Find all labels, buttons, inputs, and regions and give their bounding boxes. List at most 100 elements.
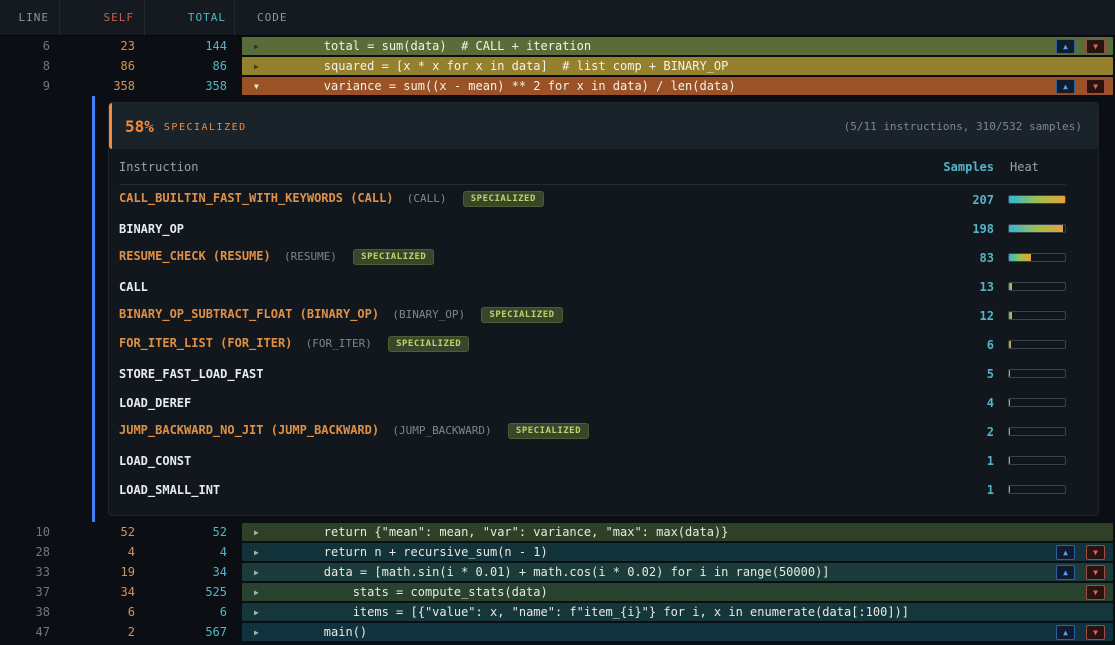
heat-bar — [1008, 195, 1066, 204]
move-up-button[interactable]: ▲ — [1056, 39, 1075, 54]
code-text: squared = [x * x for x in data] # list c… — [266, 59, 1113, 73]
code-text: total = sum(data) # CALL + iteration — [266, 39, 1048, 53]
line-number: 38 — [0, 602, 60, 622]
code-row: 33 19 34 ▶ data = [math.sin(i * 0.01) + … — [0, 562, 1115, 582]
expand-icon[interactable]: ▶ — [242, 548, 266, 557]
self-count: 19 — [60, 562, 145, 582]
line-number: 37 — [0, 582, 60, 602]
move-up-button[interactable]: ▲ — [1056, 545, 1075, 560]
instruction-base: (FOR_ITER) — [306, 337, 372, 350]
heat-bar — [1008, 340, 1066, 349]
instruction-row: CALL_BUILTIN_FAST_WITH_KEYWORDS (CALL) (… — [119, 185, 1066, 214]
expand-icon[interactable]: ▶ — [242, 568, 266, 577]
heat-bar — [1008, 282, 1066, 291]
instruction-row: FOR_ITER_LIST (FOR_ITER) (FOR_ITER) SPEC… — [119, 330, 1066, 359]
move-up-button[interactable]: ▲ — [1056, 79, 1075, 94]
move-up-button[interactable]: ▲ — [1056, 625, 1075, 640]
column-header-code: CODE — [235, 0, 1115, 36]
sample-note: (5/11 instructions, 310/532 samples) — [844, 120, 1082, 133]
specialized-badge: SPECIALIZED — [463, 191, 544, 207]
move-down-button[interactable]: ▼ — [1086, 39, 1105, 54]
code-cell[interactable]: ▶ stats = compute_stats(data) ▼ — [242, 583, 1113, 601]
instruction-table-header: Instruction Samples Heat — [119, 149, 1066, 185]
total-count: 6 — [145, 602, 235, 622]
move-down-button[interactable]: ▼ — [1086, 79, 1105, 94]
total-count: 525 — [145, 582, 235, 602]
line-number: 10 — [0, 522, 60, 542]
instruction-base: (JUMP_BACKWARD) — [392, 424, 491, 437]
heat-bar — [1008, 427, 1066, 436]
code-text: main() — [266, 625, 1048, 639]
sample-count: 1 — [924, 483, 994, 497]
specialized-badge: SPECIALIZED — [481, 307, 562, 323]
move-down-button[interactable]: ▼ — [1086, 585, 1105, 600]
collapse-icon[interactable]: ▼ — [242, 82, 266, 91]
heat-bar-fill — [1009, 370, 1010, 377]
heat-bar — [1008, 224, 1066, 233]
sample-count: 5 — [924, 367, 994, 381]
instruction-row: LOAD_CONST 1 — [119, 446, 1066, 475]
expand-icon[interactable]: ▶ — [242, 628, 266, 637]
heat-bar-fill — [1009, 312, 1012, 319]
instruction-row: LOAD_SMALL_INT 1 — [119, 475, 1066, 504]
heat-bar — [1008, 369, 1066, 378]
code-cell[interactable]: ▶ return {"mean": mean, "var": variance,… — [242, 523, 1113, 541]
self-count: 86 — [60, 56, 145, 76]
sample-count: 4 — [924, 396, 994, 410]
instruction-row: BINARY_OP 198 — [119, 214, 1066, 243]
instruction-name: RESUME_CHECK (RESUME) — [119, 249, 271, 263]
code-text: items = [{"value": x, "name": f"item_{i}… — [266, 605, 1113, 619]
code-cell[interactable]: ▶ squared = [x * x for x in data] # list… — [242, 57, 1113, 75]
heat-bar — [1008, 485, 1066, 494]
expand-icon[interactable]: ▶ — [242, 588, 266, 597]
expand-icon[interactable]: ▶ — [242, 608, 266, 617]
code-row: 8 86 86 ▶ squared = [x * x for x in data… — [0, 56, 1115, 76]
specialized-badge: SPECIALIZED — [388, 336, 469, 352]
code-cell-expanded[interactable]: ▼ variance = sum((x - mean) ** 2 for x i… — [242, 77, 1113, 95]
line-number: 33 — [0, 562, 60, 582]
code-cell[interactable]: ▶ main() ▲ ▼ — [242, 623, 1113, 641]
instruction-base: (RESUME) — [284, 250, 337, 263]
specialized-badge: SPECIALIZED — [353, 249, 434, 265]
sample-count: 198 — [924, 222, 994, 236]
sample-count: 207 — [924, 193, 994, 207]
heat-bar-fill — [1009, 399, 1010, 406]
column-header-heat: Heat — [1008, 160, 1066, 174]
expand-icon[interactable]: ▶ — [242, 62, 266, 71]
code-cell[interactable]: ▶ return n + recursive_sum(n - 1) ▲ ▼ — [242, 543, 1113, 561]
self-count: 23 — [60, 36, 145, 56]
sample-count: 1 — [924, 454, 994, 468]
instruction-table: Instruction Samples Heat CALL_BUILTIN_FA… — [109, 149, 1098, 504]
move-down-button[interactable]: ▼ — [1086, 625, 1105, 640]
instruction-base: (CALL) — [407, 192, 447, 205]
move-up-button[interactable]: ▲ — [1056, 565, 1075, 580]
heat-bar-fill — [1009, 457, 1010, 464]
self-count: 52 — [60, 522, 145, 542]
code-row: 37 34 525 ▶ stats = compute_stats(data) … — [0, 582, 1115, 602]
heat-bar-fill — [1009, 254, 1031, 261]
instruction-row: JUMP_BACKWARD_NO_JIT (JUMP_BACKWARD) (JU… — [119, 417, 1066, 446]
move-down-button[interactable]: ▼ — [1086, 545, 1105, 560]
total-count: 52 — [145, 522, 235, 542]
code-cell[interactable]: ▶ total = sum(data) # CALL + iteration ▲… — [242, 37, 1113, 55]
line-number: 6 — [0, 36, 60, 56]
total-count: 567 — [145, 622, 235, 642]
sample-count: 83 — [924, 251, 994, 265]
move-down-button[interactable]: ▼ — [1086, 565, 1105, 580]
expand-icon[interactable]: ▶ — [242, 528, 266, 537]
heat-bar — [1008, 456, 1066, 465]
specialized-percent: 58% — [125, 117, 154, 136]
heat-bar — [1008, 398, 1066, 407]
line-number: 47 — [0, 622, 60, 642]
sample-count: 2 — [924, 425, 994, 439]
code-cell[interactable]: ▶ data = [math.sin(i * 0.01) + math.cos(… — [242, 563, 1113, 581]
code-text: return {"mean": mean, "var": variance, "… — [266, 525, 1113, 539]
specialization-panel: 58% SPECIALIZED (5/11 instructions, 310/… — [108, 102, 1099, 516]
self-count: 6 — [60, 602, 145, 622]
code-rows-top: 6 23 144 ▶ total = sum(data) # CALL + it… — [0, 36, 1115, 96]
specialization-expansion: 58% SPECIALIZED (5/11 instructions, 310/… — [0, 96, 1115, 522]
expand-icon[interactable]: ▶ — [242, 42, 266, 51]
code-cell[interactable]: ▶ items = [{"value": x, "name": f"item_{… — [242, 603, 1113, 621]
total-count: 34 — [145, 562, 235, 582]
total-count: 86 — [145, 56, 235, 76]
